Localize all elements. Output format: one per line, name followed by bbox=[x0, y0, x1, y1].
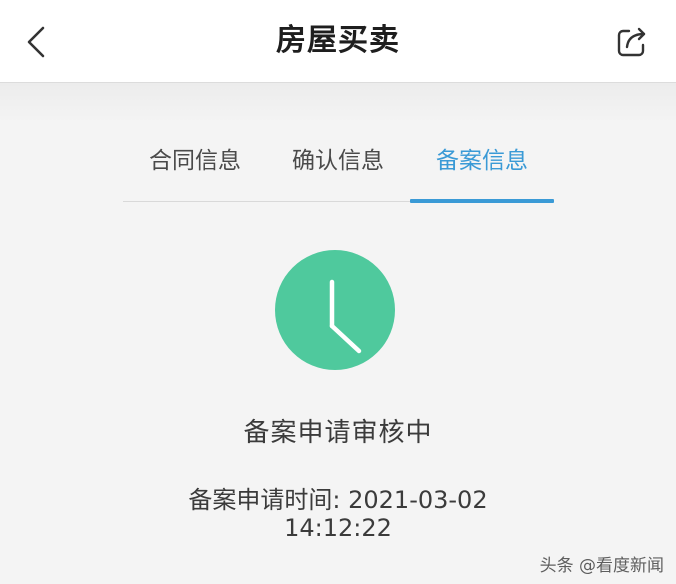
status-clock bbox=[275, 250, 395, 370]
tab-confirm-info[interactable]: 确认信息 bbox=[266, 135, 410, 205]
filing-time: 14:12:22 bbox=[284, 514, 392, 542]
tab-bar: 合同信息 确认信息 备案信息 bbox=[123, 135, 554, 207]
tab-filing-info[interactable]: 备案信息 bbox=[410, 135, 554, 205]
share-icon bbox=[617, 27, 646, 57]
main-content: 合同信息 确认信息 备案信息 备案申请审核中 备案申请时间: 2021-03-0… bbox=[0, 83, 676, 584]
filing-time-line: 备案申请时间: 2021-03-02 bbox=[0, 480, 676, 515]
page-title: 房屋买卖 bbox=[276, 23, 400, 58]
filing-date: 2021-03-02 bbox=[348, 486, 488, 514]
clock-icon bbox=[329, 279, 362, 354]
share-button[interactable] bbox=[612, 22, 652, 62]
filing-time-label: 备案申请时间: bbox=[188, 486, 349, 514]
status-text: 备案申请审核中 bbox=[243, 418, 433, 448]
back-button[interactable] bbox=[18, 20, 58, 64]
chevron-left-icon bbox=[27, 26, 45, 58]
top-nav-bar: 房屋买卖 bbox=[0, 0, 676, 83]
watermark: 头条 @看度新闻 bbox=[539, 556, 664, 576]
tab-contract-info[interactable]: 合同信息 bbox=[123, 135, 267, 205]
